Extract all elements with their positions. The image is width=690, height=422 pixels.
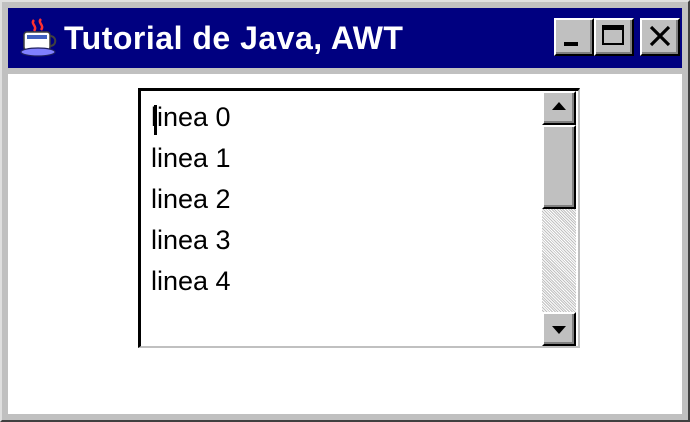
list-item[interactable]: linea 4 xyxy=(151,261,531,302)
arrow-down-icon xyxy=(552,326,566,334)
list-item[interactable]: linea 2 xyxy=(151,179,531,220)
maximize-icon xyxy=(602,25,624,45)
scroll-thumb[interactable] xyxy=(542,125,576,209)
scroll-down-button[interactable] xyxy=(542,312,576,346)
focus-caret xyxy=(154,105,157,135)
scroll-up-button[interactable] xyxy=(542,91,576,125)
title-bar[interactable]: Tutorial de Java, AWT xyxy=(8,8,682,68)
list-item[interactable]: linea 1 xyxy=(151,138,531,179)
list-item[interactable]: linea 3 xyxy=(151,220,531,261)
list-box[interactable]: linea 0 linea 1 linea 2 linea 3 linea 4 xyxy=(138,88,580,348)
window-title: Tutorial de Java, AWT xyxy=(64,20,404,56)
list-items: linea 0 linea 1 linea 2 linea 3 linea 4 xyxy=(151,97,531,302)
maximize-button[interactable] xyxy=(594,18,634,56)
client-area: linea 0 linea 1 linea 2 linea 3 linea 4 xyxy=(8,74,682,414)
vertical-scrollbar[interactable] xyxy=(542,91,576,346)
list-item[interactable]: linea 0 xyxy=(151,97,531,138)
close-icon xyxy=(649,25,671,47)
minimize-button[interactable] xyxy=(554,18,594,56)
app-window: Tutorial de Java, AWT linea 0 linea 1 li… xyxy=(0,0,690,422)
arrow-up-icon xyxy=(552,102,566,110)
java-coffee-icon[interactable] xyxy=(20,18,58,58)
close-button[interactable] xyxy=(640,18,680,56)
minimize-icon xyxy=(564,42,578,46)
